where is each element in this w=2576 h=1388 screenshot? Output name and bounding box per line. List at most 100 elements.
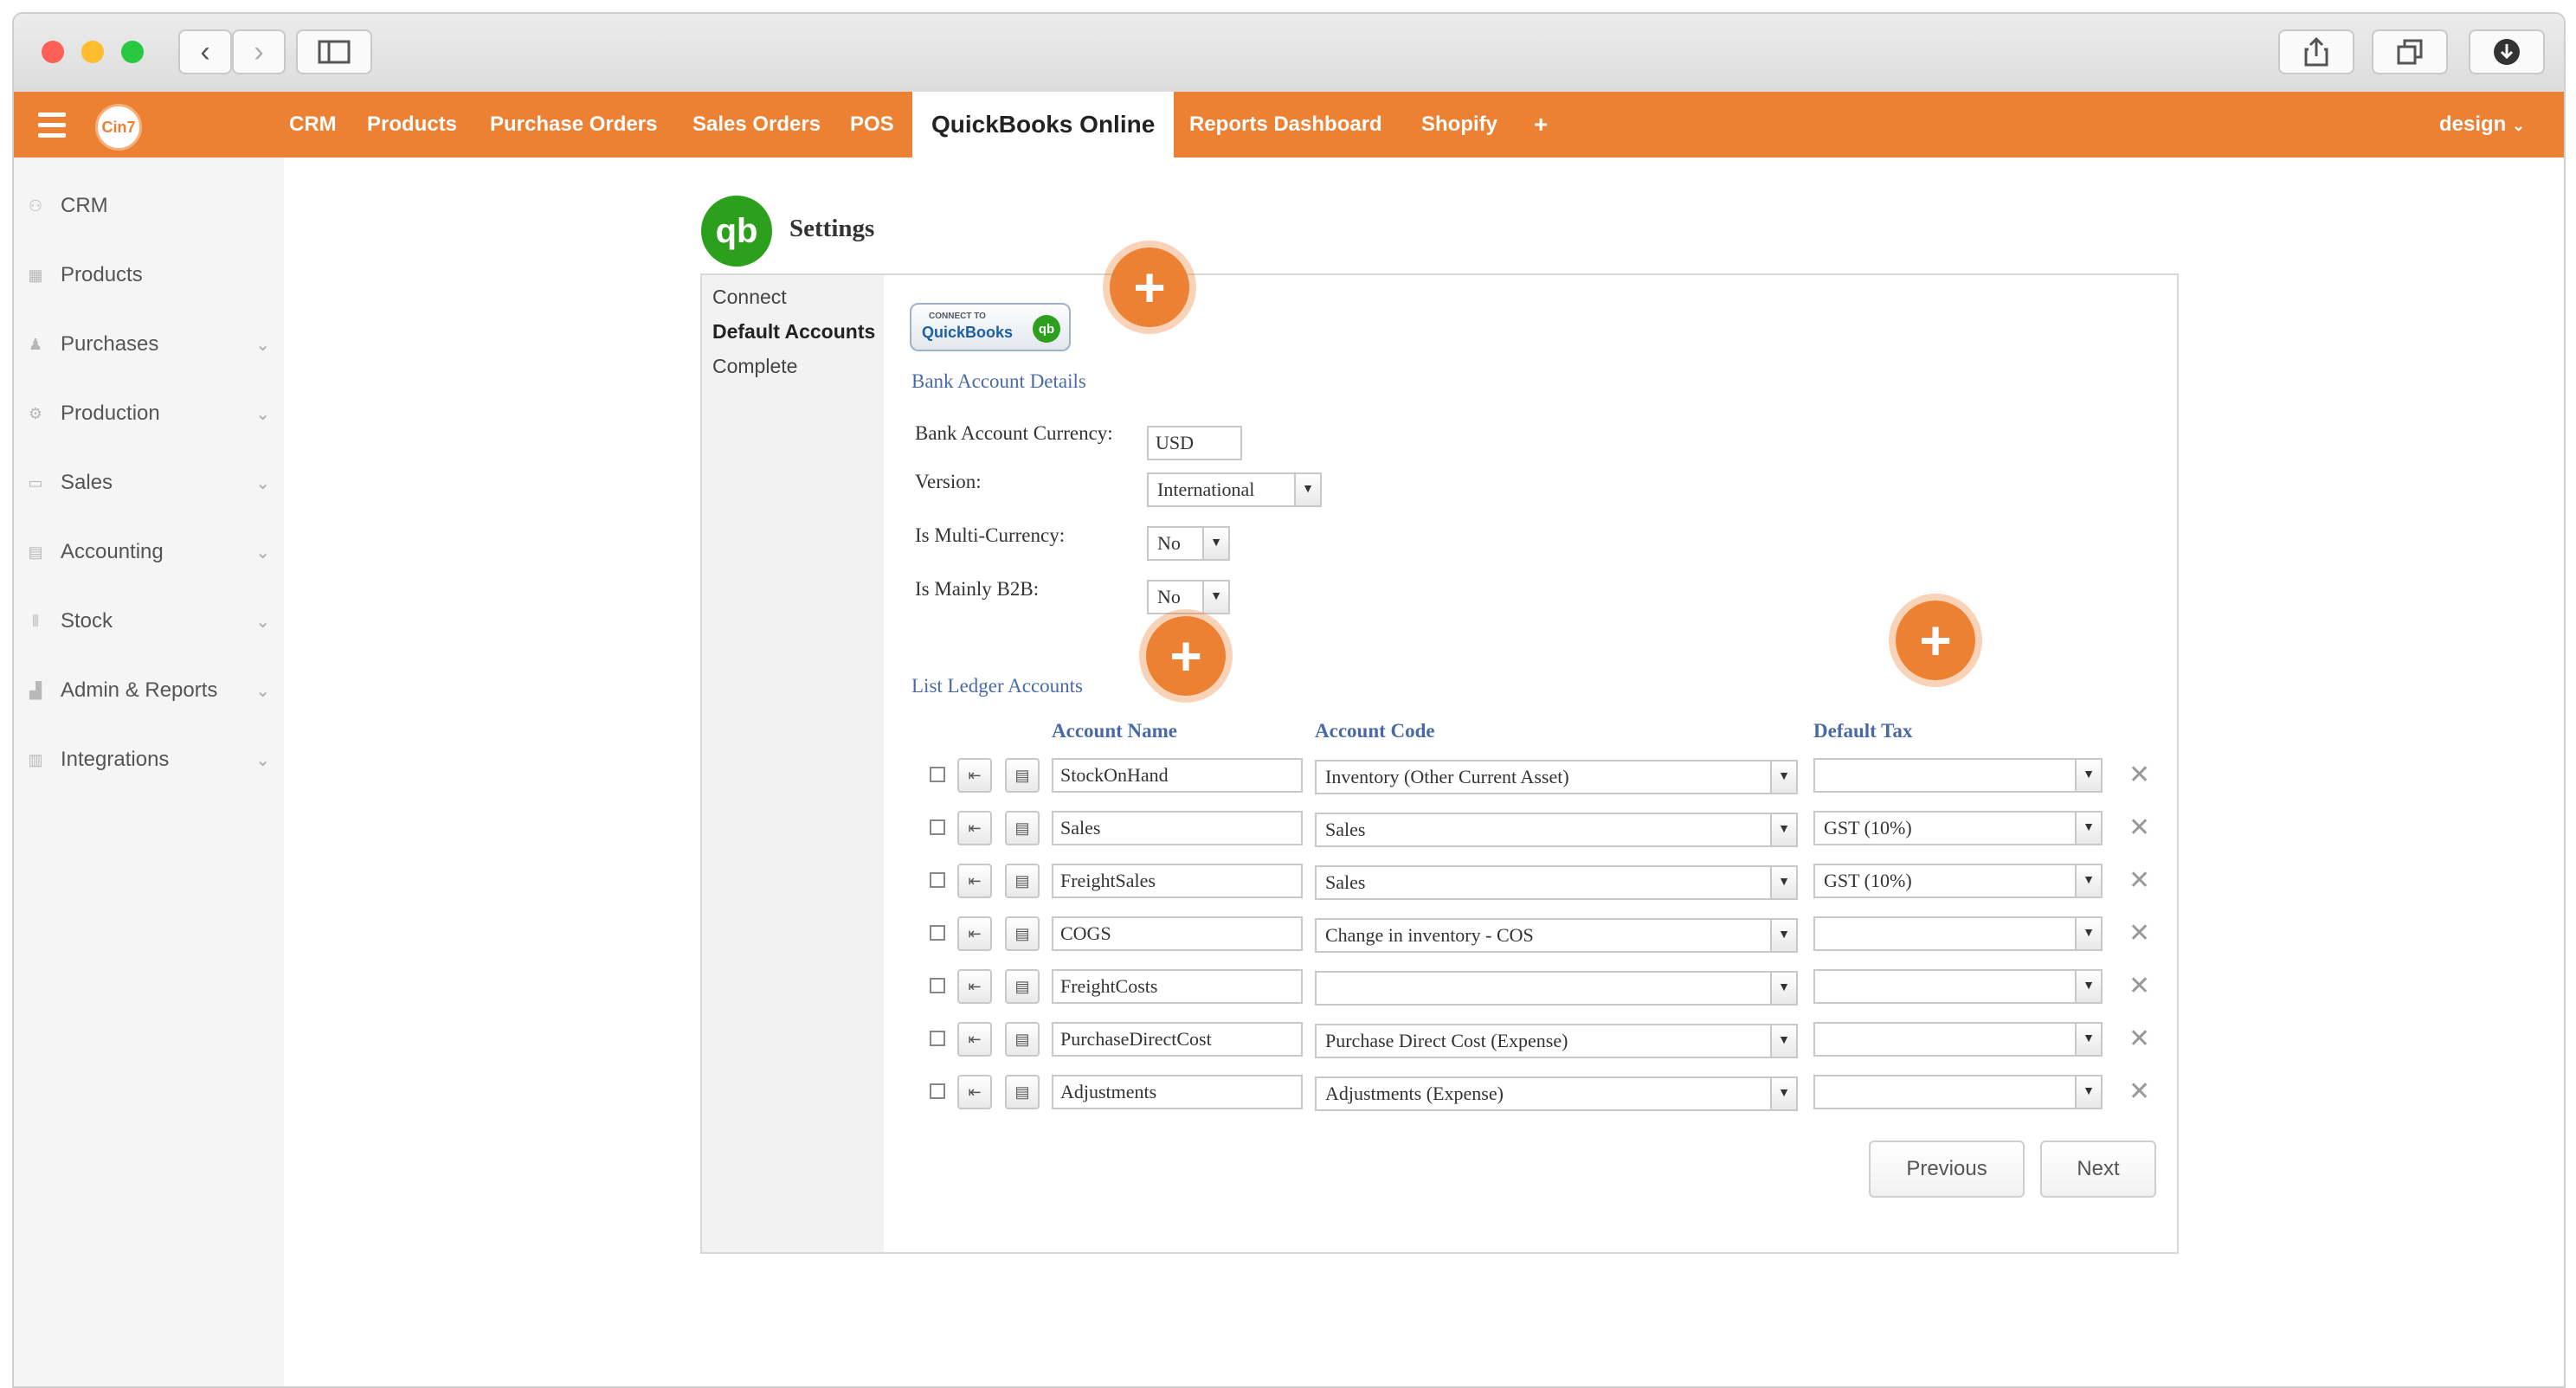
delete-row-icon[interactable]: ✕ [2128,760,2150,790]
copy-row-button[interactable]: ▤ [1005,864,1040,898]
default-tax-select[interactable]: GST (10%) ▼ [1813,864,2103,898]
share-button[interactable] [2278,29,2354,74]
account-name-input[interactable]: FreightSales [1052,864,1303,898]
account-code-select[interactable]: Adjustments (Expense) ▼ [1315,1076,1798,1111]
delete-row-icon[interactable]: ✕ [2128,918,2150,948]
row-checkbox[interactable] [930,767,945,782]
nav-crm[interactable]: CRM [289,92,337,157]
nav-purchase-orders[interactable]: Purchase Orders [490,92,657,157]
nav-shopify[interactable]: Shopify [1421,92,1497,157]
default-tax-select[interactable]: ▼ [1813,758,2103,793]
multi-currency-select[interactable]: No ▼ [1147,526,1230,561]
nav-add-button[interactable]: + [1534,92,1548,157]
step-default-accounts[interactable]: Default Accounts [712,320,875,344]
table-row: ⇤ ▤ PurchaseDirectCost Purchase Direct Cost… [702,1019,2177,1062]
default-tax-select[interactable]: GST (10%) ▼ [1813,811,2103,845]
sidebar-item-sales[interactable]: ▭ Sales ⌄ [14,457,284,509]
nav-products[interactable]: Products [367,92,457,157]
sidebar-item-label: Admin & Reports [61,678,218,702]
default-tax-select[interactable]: ▼ [1813,1075,2103,1109]
row-checkbox[interactable] [930,925,945,941]
copy-row-button[interactable]: ▤ [1005,916,1040,951]
account-code-select[interactable]: ▼ [1315,971,1798,1006]
default-tax-select[interactable]: ▼ [1813,969,2103,1004]
account-code-select[interactable]: Change in inventory - COS ▼ [1315,918,1798,953]
hamburger-menu-icon[interactable] [38,112,66,144]
card-icon: ▭ [28,473,43,492]
default-tax-select[interactable]: ▼ [1813,1022,2103,1057]
copy-row-button[interactable]: ▤ [1005,969,1040,1004]
account-code-select[interactable]: Purchase Direct Cost (Expense) ▼ [1315,1024,1798,1058]
back-button[interactable]: ‹ [178,29,232,74]
copy-row-button[interactable]: ▤ [1005,1075,1040,1109]
delete-row-icon[interactable]: ✕ [2128,865,2150,896]
move-row-button[interactable]: ⇤ [957,916,992,951]
sidebar-item-label: Integrations [61,748,170,771]
sidebar-item-purchases[interactable]: ♟ Purchases ⌄ [14,318,284,370]
cin7-logo[interactable]: Cin7 [95,104,142,151]
account-name-input[interactable]: StockOnHand [1052,758,1303,793]
sidebar-item-crm[interactable]: ⚇ CRM [14,180,284,232]
delete-row-icon[interactable]: ✕ [2128,971,2150,1001]
version-select[interactable]: International ▼ [1147,472,1322,507]
minimize-window-button[interactable] [81,41,104,63]
row-checkbox[interactable] [930,1031,945,1046]
forward-button[interactable]: › [232,29,286,74]
account-name-input[interactable]: Sales [1052,811,1303,845]
account-name-input[interactable]: COGS [1052,916,1303,951]
connect-to-quickbooks-button[interactable]: CONNECT TO QuickBooks qb [910,303,1071,351]
move-row-button[interactable]: ⇤ [957,1075,992,1109]
sidebar-item-integrations[interactable]: ▥ Integrations ⌄ [14,734,284,786]
move-row-button[interactable]: ⇤ [957,1022,992,1057]
nav-pos[interactable]: POS [850,92,894,157]
chevron-down-icon: ⌄ [255,335,270,355]
copy-row-button[interactable]: ▤ [1005,1022,1040,1057]
close-window-button[interactable] [42,41,64,63]
row-checkbox[interactable] [930,1083,945,1099]
user-menu-label: design [2439,112,2507,136]
account-code-select[interactable]: Sales ▼ [1315,813,1798,847]
delete-row-icon[interactable]: ✕ [2128,813,2150,843]
sidebar-item-products[interactable]: ▦ Products [14,249,284,301]
zoom-window-button[interactable] [121,41,144,63]
nav-quickbooks-online[interactable]: QuickBooks Online [912,92,1175,157]
move-row-button[interactable]: ⇤ [957,758,992,793]
sidebar-item-production[interactable]: ⚙ Production ⌄ [14,388,284,440]
sidebar-item-admin-reports[interactable]: ▟ Admin & Reports ⌄ [14,665,284,716]
delete-row-icon[interactable]: ✕ [2128,1024,2150,1054]
step-complete[interactable]: Complete [712,355,797,378]
account-name-header: Account Name [1052,720,1177,742]
account-name-input[interactable]: PurchaseDirectCost [1052,1022,1303,1057]
nav-sales-orders[interactable]: Sales Orders [692,92,821,157]
sidebar-toggle-button[interactable] [296,29,372,74]
account-code-select[interactable]: Inventory (Other Current Asset) ▼ [1315,760,1798,794]
move-row-button[interactable]: ⇤ [957,969,992,1004]
move-arrow-icon: ⇤ [968,871,982,890]
copy-document-icon: ▤ [1014,871,1030,890]
copy-row-button[interactable]: ▤ [1005,758,1040,793]
row-checkbox[interactable] [930,819,945,835]
move-row-button[interactable]: ⇤ [957,864,992,898]
next-button[interactable]: Next [2040,1141,2156,1198]
nav-reports-dashboard[interactable]: Reports Dashboard [1189,92,1382,157]
dropdown-arrow-icon: ▼ [1770,1025,1796,1057]
user-menu[interactable]: design ⌄ [2439,92,2525,157]
sidebar-item-stock[interactable]: ⦀ Stock ⌄ [14,595,284,647]
step-connect[interactable]: Connect [712,286,787,309]
tabs-overview-button[interactable] [2372,29,2448,74]
sidebar-item-accounting[interactable]: ▤ Accounting ⌄ [14,526,284,578]
row-checkbox[interactable] [930,872,945,888]
account-name-input[interactable]: FreightCosts [1052,969,1303,1004]
bank-currency-input[interactable]: USD [1147,426,1242,460]
account-code-select[interactable]: Sales ▼ [1315,865,1798,900]
move-row-button[interactable]: ⇤ [957,811,992,845]
copy-row-button[interactable]: ▤ [1005,811,1040,845]
previous-button[interactable]: Previous [1869,1141,2025,1198]
account-code-value: Change in inventory - COS [1325,924,1534,946]
default-tax-select[interactable]: ▼ [1813,916,2103,951]
row-checkbox[interactable] [930,978,945,993]
downloads-button[interactable] [2469,29,2545,74]
copy-document-icon: ▤ [1014,924,1030,942]
delete-row-icon[interactable]: ✕ [2128,1076,2150,1107]
account-name-input[interactable]: Adjustments [1052,1075,1303,1109]
